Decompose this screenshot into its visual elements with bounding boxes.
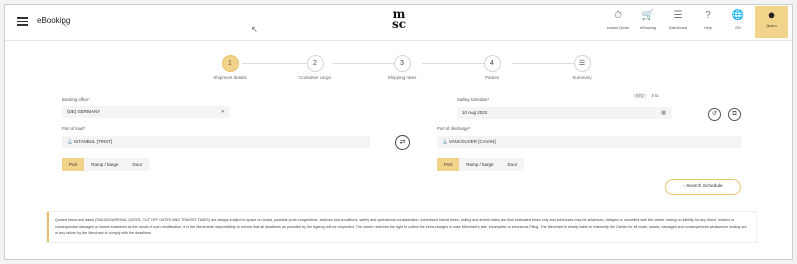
user-menu[interactable]: ● Quero — [755, 6, 788, 38]
help-icon: ? — [705, 10, 711, 21]
nav-help[interactable]: ? Help — [696, 9, 720, 30]
load-mode-port[interactable]: Port — [62, 158, 85, 171]
booking-steps: 1 Shipment details 2 Container cargo 3 S… — [205, 55, 605, 85]
anchor-icon: ⚓ — [442, 139, 449, 144]
sailing-date-field[interactable]: 10 Aug 2022 ▦ — [457, 107, 672, 119]
step-shipping-rates[interactable]: 3 Shipping rates — [377, 55, 427, 80]
port-of-load-input[interactable]: ⚓ ISTANBUL [TRIST] — [62, 136, 370, 148]
discharge-mode-selector: Port Ramp / barge Door — [437, 158, 525, 171]
discharge-mode-port[interactable]: Port — [437, 158, 460, 171]
nav-language[interactable]: 🌐 EN — [726, 9, 750, 30]
summary-icon: ☰ — [573, 55, 591, 72]
cursor-icon: ↖ — [251, 25, 258, 34]
globe-icon: 🌐 — [731, 10, 745, 21]
nav-instant-quote[interactable]: ⏱ Instant Quote — [606, 9, 630, 30]
load-mode-ramp[interactable]: Ramp / barge — [84, 158, 125, 171]
swap-ports-icon[interactable]: ⇄ — [395, 135, 410, 150]
dashboard-icon: ☰ — [673, 10, 683, 21]
sailing-schedule-label: Sailing schedule* — [457, 97, 490, 102]
cursor-icon: ↖ — [61, 20, 68, 29]
eta-option[interactable]: ETA — [649, 93, 662, 99]
nav-ebooking[interactable]: 🛒 eBooking — [636, 9, 660, 30]
anchor-icon: ⚓ — [67, 139, 74, 144]
load-mode-door[interactable]: Door — [126, 158, 150, 171]
step-parties[interactable]: 4 Parties — [467, 55, 517, 80]
discharge-mode-door[interactable]: Door — [501, 158, 525, 171]
discharge-mode-ramp[interactable]: Ramp / barge — [459, 158, 500, 171]
calendar-icon[interactable]: ▦ — [661, 107, 666, 119]
booking-office-select[interactable]: (DE) GERMANY ▾ — [62, 106, 230, 118]
history-icon[interactable]: ↺ — [708, 108, 721, 121]
msc-logo[interactable]: m sc — [387, 8, 411, 30]
step-shipment-details[interactable]: 1 Shipment details — [205, 55, 255, 80]
etd-eta-toggle[interactable]: ETD ETA — [633, 93, 662, 99]
disclaimer-text: Quoted times and dates (SAILING/ARRIVAL … — [55, 218, 747, 235]
step-container-cargo[interactable]: 2 Container cargo — [290, 55, 340, 80]
stopwatch-icon: ⏱ — [614, 10, 622, 21]
port-of-discharge-input[interactable]: ⚓ VANCOUVER [CAVAN] — [437, 136, 741, 148]
chevron-down-icon: ▾ — [221, 109, 224, 115]
user-icon: ● — [767, 7, 776, 22]
nav-dashboard[interactable]: ☰ Dashboard — [666, 9, 690, 30]
step-summary[interactable]: ☰ Summary — [557, 55, 607, 80]
search-schedule-button[interactable]: › Search Schedule — [665, 179, 741, 195]
cart-icon: 🛒 — [641, 10, 655, 21]
app-window: eBooking ↖ ↖ m sc ⏱ Instant Quote 🛒 eBoo… — [4, 4, 793, 260]
disclaimer-notice: Quoted times and dates (SAILING/ARRIVAL … — [47, 212, 756, 242]
booking-office-label: Booking office* — [62, 97, 90, 102]
top-nav: ⏱ Instant Quote 🛒 eBooking ☰ Dashboard ?… — [606, 9, 750, 30]
port-of-load-label: Port of load* — [62, 126, 86, 131]
copy-icon[interactable]: ⧉ — [728, 108, 741, 121]
top-header: eBooking ↖ ↖ m sc ⏱ Instant Quote 🛒 eBoo… — [5, 5, 792, 41]
load-mode-selector: Port Ramp / barge Door — [62, 158, 150, 171]
menu-icon[interactable] — [17, 17, 28, 26]
etd-option[interactable]: ETD — [633, 93, 647, 99]
port-of-discharge-label: Port of discharge* — [437, 126, 471, 131]
